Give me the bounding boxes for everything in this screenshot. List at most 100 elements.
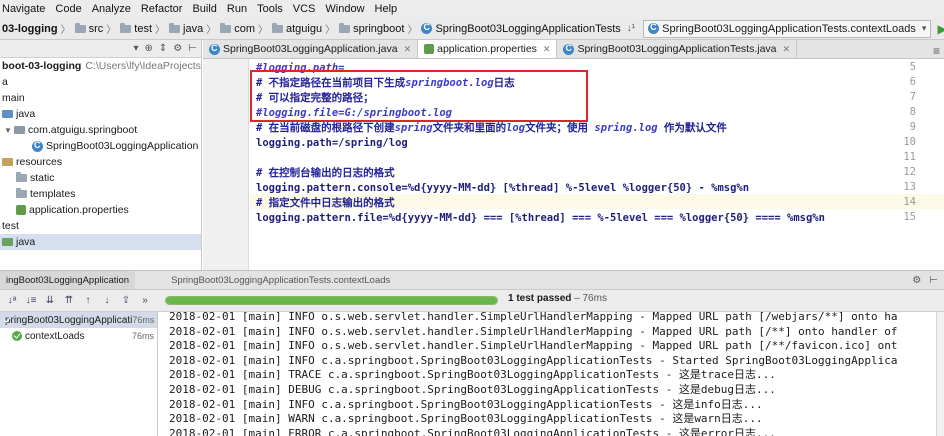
menu-tools[interactable]: Tools	[257, 3, 283, 15]
code-token: logging.pattern.console=%d{yyyy-MM-dd} […	[256, 182, 750, 194]
code-token: # 指定文件中日志输出的格式	[256, 197, 395, 209]
sort-duration-icon[interactable]: ↓≡	[24, 294, 38, 308]
run-tool-tabs: ingBoot03LoggingApplication SpringBoot03…	[0, 270, 944, 290]
code-line: logging.pattern.file=%d{yyyy-MM-dd} === …	[256, 211, 825, 226]
tab-application-java[interactable]: SpringBoot03LoggingApplication.java✕	[203, 40, 419, 58]
tab-application-tests-java[interactable]: SpringBoot03LoggingApplicationTests.java…	[557, 40, 798, 58]
code-token: # 在控制台输出的日志的格式	[256, 167, 395, 179]
breadcrumb-item[interactable]: src 〉	[74, 21, 121, 36]
sort-alpha-icon[interactable]: ↓ᵃ	[5, 294, 19, 308]
run-configuration-select[interactable]: SpringBoot03LoggingApplicationTests.cont…	[643, 19, 932, 38]
test-case-row[interactable]: contextLoads 76ms	[0, 328, 157, 344]
menu-code[interactable]: Code	[55, 3, 81, 15]
breadcrumb-item[interactable]: 03-logging 〉	[2, 21, 75, 37]
tree-item[interactable]: main	[0, 90, 201, 106]
properties-file-icon	[16, 205, 26, 215]
code-token: 作为默认文件	[657, 122, 727, 134]
export-icon[interactable]: ⇪	[119, 294, 133, 308]
code-token: spring	[394, 122, 433, 134]
run-sub-tab[interactable]: SpringBoot03LoggingApplicationTests.cont…	[165, 271, 396, 289]
chevron-down-icon[interactable]: ▾	[134, 43, 139, 54]
code-line: # 在当前磁盘的根路径下创建spring文件夹和里面的log文件夹；使用 spr…	[256, 121, 727, 136]
folder-icon	[271, 22, 283, 33]
close-icon[interactable]: ✕	[783, 44, 791, 55]
tree-item-java[interactable]: java	[0, 106, 201, 122]
tree-item-class[interactable]: SpringBoot03LoggingApplication	[0, 138, 201, 154]
hide-icon[interactable]: ⊢	[188, 43, 197, 54]
code-token: 文件夹和里面的	[432, 122, 507, 134]
gear-icon[interactable]: ⚙	[912, 275, 921, 286]
tabs-overflow-icon[interactable]: ≡	[929, 44, 944, 58]
java-class-icon	[563, 43, 575, 55]
chevron-right-icon[interactable]: »	[138, 294, 152, 308]
tab-application-properties[interactable]: application.properties ✕	[418, 40, 558, 58]
code-line: logging.path=/spring/log	[256, 136, 408, 151]
next-icon[interactable]: ↓	[100, 294, 114, 308]
log-line: 2018-02-01 [main] INFO o.s.web.servlet.h…	[169, 324, 898, 338]
breadcrumb-item[interactable]: SpringBoot03LoggingApplicationTests	[421, 22, 621, 35]
code-token: logging.path=/spring/log	[256, 137, 408, 149]
breadcrumb-item[interactable]: java 〉	[169, 21, 220, 36]
menu-help[interactable]: Help	[375, 3, 398, 15]
line-number: 8	[909, 106, 916, 118]
tree-item-properties[interactable]: application.properties	[0, 202, 201, 218]
run-tab[interactable]: ingBoot03LoggingApplication	[0, 271, 136, 289]
code-token: 文件夹；使用	[525, 122, 595, 134]
sort-icon[interactable]: ↓¹	[627, 23, 635, 34]
menu-navigate[interactable]: Navigate	[2, 3, 45, 15]
tree-item-templates[interactable]: templates	[0, 186, 201, 202]
tree-item-resources[interactable]: resources	[0, 154, 201, 170]
tree-item[interactable]: a	[0, 74, 201, 90]
menu-vcs[interactable]: VCS	[293, 3, 316, 15]
breadcrumb-item[interactable]: com 〉	[220, 21, 272, 36]
line-number: 13	[903, 181, 916, 193]
close-icon[interactable]: ✕	[404, 44, 412, 55]
close-icon[interactable]: ✕	[543, 44, 551, 55]
tree-project-root[interactable]: boot-03-logging C:\Users\lfy\IdeaProjects…	[0, 58, 201, 74]
menu-run[interactable]: Run	[227, 3, 247, 15]
console-output[interactable]: 2018-02-01 [main] INFO o.s.web.servlet.h…	[159, 312, 936, 436]
menu-analyze[interactable]: Analyze	[92, 3, 131, 15]
locate-icon[interactable]: ⊕	[145, 43, 153, 54]
project-tree: ▾ ⊕ ⇕ ⚙ ⊢ boot-03-logging C:\Users\lfy\Id…	[0, 40, 202, 270]
code-line: logging.pattern.console=%d{yyyy-MM-dd} […	[256, 181, 749, 196]
line-number: 5	[909, 61, 916, 73]
log-line: 2018-02-01 [main] ERROR c.a.springboot.S…	[169, 426, 776, 436]
annotation-highlight-box	[250, 70, 588, 122]
tree-item-test[interactable]: test	[0, 218, 201, 234]
breadcrumb-item[interactable]: atguigu 〉	[271, 21, 339, 36]
console-scrollbar[interactable]	[936, 312, 944, 436]
test-class-icon	[648, 22, 660, 34]
code-token: # 在当前磁盘的根路径下创建	[256, 122, 395, 134]
line-number: 14	[903, 196, 916, 208]
line-number: 6	[909, 76, 916, 88]
menu-bar: Navigate Code Analyze Refactor Build Run…	[0, 0, 944, 18]
log-line: 2018-02-01 [main] INFO c.a.springboot.Sp…	[169, 397, 763, 411]
test-status: 1 test passed – 76ms	[508, 293, 607, 304]
menu-refactor[interactable]: Refactor	[141, 3, 183, 15]
collapse-all-icon[interactable]: ⇈	[62, 294, 76, 308]
expand-all-icon[interactable]: ⇊	[43, 294, 57, 308]
tree-item-test-java[interactable]: java	[0, 234, 201, 250]
breadcrumb-item[interactable]: springboot 〉	[339, 21, 421, 36]
code-line: # 指定文件中日志输出的格式	[256, 196, 395, 211]
menu-build[interactable]: Build	[192, 3, 216, 15]
log-line: 2018-02-01 [main] WARN c.a.springboot.Sp…	[169, 412, 763, 426]
java-class-icon	[209, 43, 220, 55]
collapse-icon[interactable]: ⇕	[159, 43, 167, 54]
previous-icon[interactable]: ↑	[81, 294, 95, 308]
log-line: 2018-02-01 [main] INFO o.s.web.servlet.h…	[169, 339, 898, 353]
tree-item-package[interactable]: ▼ com.atguigu.springboot	[0, 122, 201, 138]
test-suite-row[interactable]: pringBoot03LoggingApplicati 76ms	[0, 312, 157, 328]
tree-item-static[interactable]: static	[0, 170, 201, 186]
editor-tabs: SpringBoot03LoggingApplication.java✕ app…	[203, 40, 944, 59]
hide-icon[interactable]: ⊢	[929, 275, 938, 286]
run-icon[interactable]: ▶	[937, 21, 944, 37]
log-line: 2018-02-01 [main] TRACE c.a.springboot.S…	[169, 368, 776, 382]
breadcrumb-item[interactable]: test 〉	[120, 21, 169, 36]
gear-icon[interactable]: ⚙	[173, 43, 182, 54]
folder-icon	[16, 188, 27, 198]
menu-window[interactable]: Window	[325, 3, 364, 15]
line-number: 10	[903, 136, 916, 148]
chevron-down-icon: ▾	[921, 23, 927, 33]
